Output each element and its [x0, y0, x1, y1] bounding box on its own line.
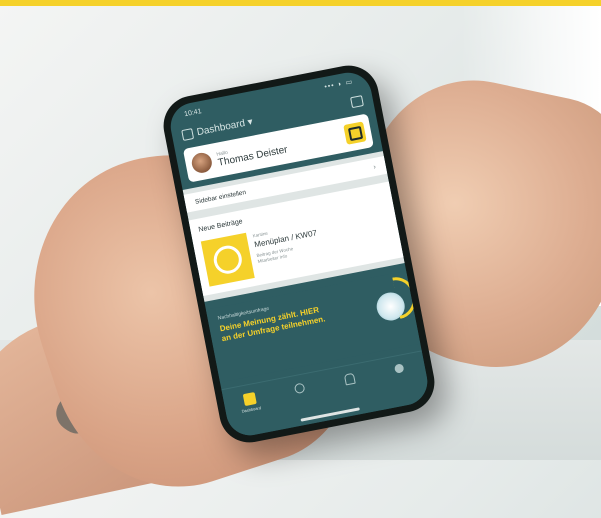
post-text: Kantine Menüplan / KW07 Beitrag der Woch… [252, 219, 323, 276]
tab-dashboard-label: Dashboard [241, 405, 262, 414]
bell-icon [343, 372, 356, 386]
qr-code-button[interactable] [343, 121, 367, 145]
tab-notifications[interactable] [334, 371, 366, 388]
dashboard-icon [242, 392, 257, 407]
search-icon [293, 382, 306, 395]
avatar [190, 151, 214, 175]
user-icon [393, 363, 405, 374]
tab-profile[interactable] [384, 361, 415, 376]
status-time: 10:41 [183, 107, 203, 118]
qr-code-icon [347, 125, 363, 141]
home-icon [181, 127, 195, 141]
sidebar-row-label: Sidebar einstellen [194, 188, 247, 206]
message-icon[interactable] [349, 94, 364, 108]
cutlery-icon [211, 243, 245, 277]
post-item[interactable]: Kantine Menüplan / KW07 Beitrag der Woch… [200, 206, 394, 287]
tab-dashboard[interactable]: Dashboard [233, 390, 266, 414]
post-thumbnail [200, 232, 255, 287]
chevron-right-icon: › [372, 163, 377, 171]
tab-search[interactable] [283, 381, 314, 397]
status-icons: ••• ◗ ▭ [323, 78, 354, 91]
home-indicator [300, 407, 360, 422]
